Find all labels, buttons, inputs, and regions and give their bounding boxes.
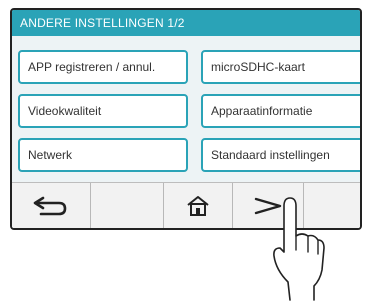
device-info-button[interactable]: Apparaatinformatie bbox=[201, 94, 360, 128]
microsd-card-button[interactable]: microSDHC-kaart bbox=[201, 50, 360, 84]
page-title: ANDERE INSTELLINGEN 1/2 bbox=[12, 10, 360, 36]
home-button[interactable] bbox=[164, 183, 232, 228]
default-settings-button[interactable]: Standaard instellingen bbox=[201, 138, 360, 172]
menu-grid: APP registreren / annul. microSDHC-kaart… bbox=[12, 36, 360, 182]
video-quality-button[interactable]: Videokwaliteit bbox=[18, 94, 188, 128]
network-button[interactable]: Netwerk bbox=[18, 138, 188, 172]
return-arrow-icon bbox=[33, 196, 67, 215]
nav-empty-slot bbox=[91, 183, 163, 228]
home-icon bbox=[187, 195, 209, 216]
app-register-button[interactable]: APP registreren / annul. bbox=[18, 50, 188, 84]
pointing-hand-icon bbox=[273, 197, 325, 301]
back-button[interactable] bbox=[12, 183, 90, 228]
